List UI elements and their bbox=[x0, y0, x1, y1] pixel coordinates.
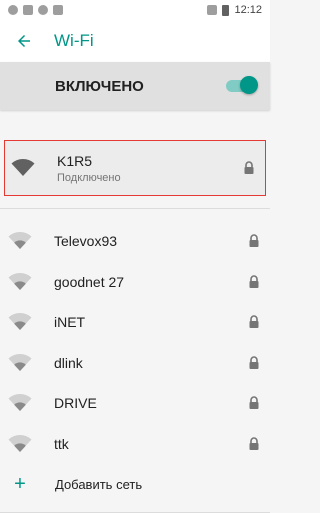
lock-icon bbox=[249, 234, 259, 248]
whatsapp-icon bbox=[38, 5, 48, 15]
connected-network-item[interactable]: K1R5 Подключено bbox=[4, 140, 266, 196]
image-icon bbox=[23, 5, 33, 15]
status-bar-system: 12:12 bbox=[207, 4, 262, 16]
lock-icon bbox=[249, 315, 259, 329]
page-title: Wi-Fi bbox=[54, 31, 94, 50]
network-item[interactable]: goodnet 27 bbox=[0, 262, 270, 303]
lock-icon bbox=[244, 161, 254, 174]
add-network-button[interactable]: + Добавить сеть bbox=[0, 464, 270, 504]
battery-icon bbox=[222, 4, 230, 16]
network-name: Televox93 bbox=[54, 233, 118, 250]
wifi-weak-icon bbox=[8, 353, 32, 371]
network-name: DRIVE bbox=[54, 395, 97, 412]
wifi-full-icon bbox=[11, 159, 35, 176]
lock-icon bbox=[249, 396, 259, 410]
available-networks-list: Televox93 goodnet 27 iNET dlink DRIVE tt… bbox=[0, 221, 270, 464]
lock-icon bbox=[249, 356, 259, 369]
network-item[interactable]: iNET bbox=[0, 302, 270, 343]
status-bar: 12:12 bbox=[0, 0, 270, 20]
network-name: dlink bbox=[54, 354, 83, 371]
network-item[interactable]: ttk bbox=[0, 424, 270, 465]
signal-icon bbox=[207, 5, 218, 15]
network-name: iNET bbox=[54, 314, 86, 331]
divider bbox=[0, 208, 270, 209]
download-icon bbox=[53, 5, 63, 15]
plus-icon: + bbox=[14, 473, 26, 495]
lock-icon bbox=[249, 275, 259, 288]
messenger-icon bbox=[8, 5, 18, 15]
lock-icon bbox=[249, 437, 259, 450]
wifi-toggle[interactable] bbox=[226, 76, 258, 94]
wifi-weak-icon bbox=[8, 394, 32, 412]
wifi-weak-icon bbox=[8, 313, 32, 331]
toggle-thumb bbox=[240, 76, 258, 94]
wifi-state-label: ВКЛЮЧЕНО bbox=[55, 77, 144, 95]
app-bar: Wi-Fi bbox=[0, 20, 270, 62]
status-bar-notifications bbox=[8, 5, 63, 15]
network-item[interactable]: Televox93 bbox=[0, 221, 270, 262]
network-name: K1R5 bbox=[57, 152, 93, 169]
clock: 12:12 bbox=[234, 4, 262, 16]
add-network-label: Добавить сеть bbox=[55, 476, 143, 492]
wifi-weak-icon bbox=[8, 232, 32, 250]
network-status: Подключено bbox=[57, 171, 121, 184]
network-item[interactable]: DRIVE bbox=[0, 383, 270, 424]
wifi-weak-icon bbox=[8, 272, 32, 290]
network-name: ttk bbox=[54, 435, 69, 452]
wifi-master-switch-row[interactable]: ВКЛЮЧЕНО bbox=[0, 62, 270, 110]
network-name: goodnet 27 bbox=[54, 273, 125, 290]
back-arrow-icon[interactable] bbox=[12, 29, 36, 53]
wifi-weak-icon bbox=[8, 434, 32, 452]
network-item[interactable]: dlink bbox=[0, 343, 270, 384]
